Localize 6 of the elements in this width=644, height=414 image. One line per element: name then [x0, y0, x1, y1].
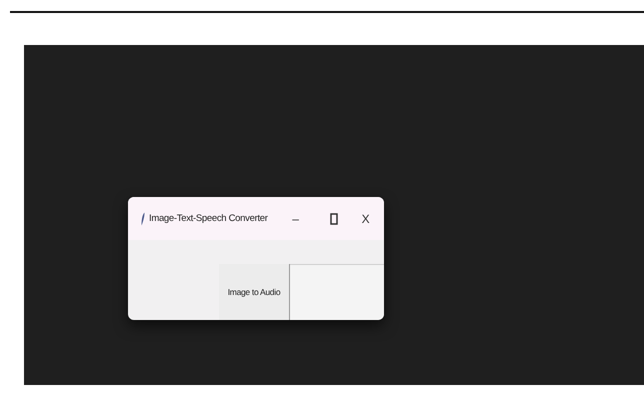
- minimize-button[interactable]: –: [278, 212, 314, 226]
- image-to-audio-button[interactable]: Image to Audio: [219, 264, 290, 320]
- window-title: Image-Text-Speech Converter: [149, 213, 268, 224]
- close-button[interactable]: X: [362, 212, 370, 226]
- maximize-icon[interactable]: [330, 212, 338, 224]
- feather-icon: [141, 212, 145, 226]
